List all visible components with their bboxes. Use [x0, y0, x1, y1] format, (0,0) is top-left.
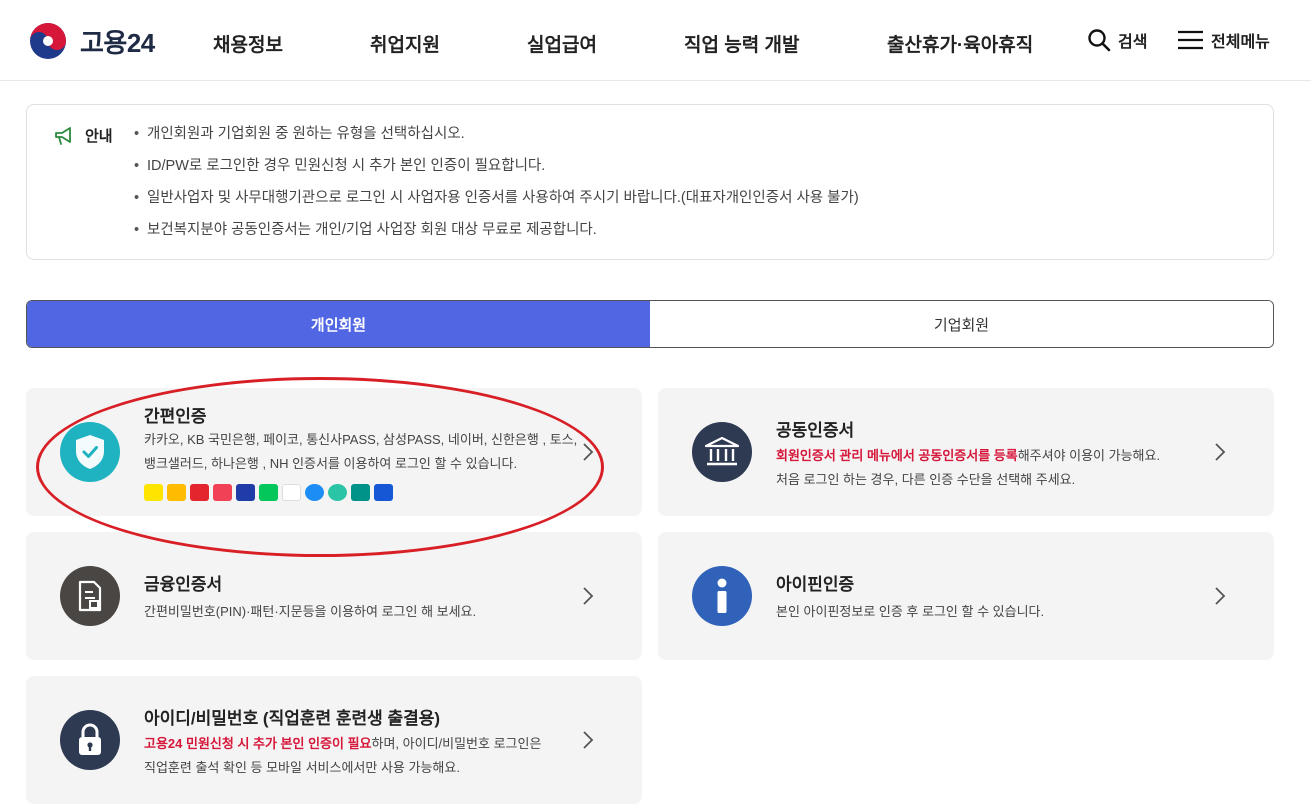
- naver-icon: [259, 484, 278, 501]
- provider-logos: [144, 484, 393, 501]
- info-icon: [692, 566, 752, 626]
- kakao-icon: [144, 484, 163, 501]
- notice-title: 안내: [85, 128, 113, 145]
- document-icon: [60, 566, 120, 626]
- ipin-auth-desc: 본인 아이핀정보로 인증 후 로그인 할 수 있습니다.: [776, 604, 1045, 619]
- id-password-desc-1: 고용24 민원신청 시 추가 본인 인증이 필요하며, 아이디/비밀번호 로그인…: [144, 736, 542, 751]
- member-type-tabs: 개인회원 기업회원: [26, 300, 1274, 348]
- notice-header: 안내: [53, 125, 113, 146]
- payco-icon: [190, 484, 209, 501]
- nav-vocational-training[interactable]: 직업 능력 개발: [684, 30, 799, 57]
- notice-box: 안내 • 개인회원과 기업회원 중 원하는 유형을 선택하십시오. • ID/PW로…: [26, 104, 1274, 260]
- tab-personal-member[interactable]: 개인회원: [27, 301, 650, 347]
- hana-icon: [351, 484, 370, 501]
- simple-auth-desc-2: 뱅크샐러드, 하나은행 , NH 인증서를 이용하여 로그인 할 수 있습니다.: [144, 456, 518, 471]
- chevron-right-icon: [1215, 587, 1226, 605]
- notice-item: • ID/PW로 로그인한 경우 민원신청 시 추가 본인 인증이 필요합니다.: [134, 158, 546, 174]
- lock-icon: [60, 710, 120, 770]
- id-password-desc-2: 직업훈련 출석 확인 등 모바일 서비스에서만 사용 가능해요.: [144, 760, 460, 775]
- chevron-right-icon: [583, 731, 594, 749]
- simple-auth-card[interactable]: 간편인증 카카오, KB 국민은행, 페이코, 통신사PASS, 삼성PASS,…: [26, 388, 642, 516]
- samsung-pass-icon: [236, 484, 255, 501]
- simple-auth-desc-1: 카카오, KB 국민은행, 페이코, 통신사PASS, 삼성PASS, 네이버,…: [144, 432, 578, 447]
- notice-item: • 일반사업자 및 사무대행기관으로 로그인 시 사업자용 인증서를 사용하여 주…: [134, 190, 859, 206]
- search-button[interactable]: 검색: [1087, 28, 1147, 52]
- joint-cert-desc-1: 회원인증서 관리 메뉴에서 공동인증서를 등록해주셔야 이용이 가능해요.: [776, 448, 1161, 463]
- logo-text: 고용24: [80, 27, 155, 58]
- search-icon: [1088, 29, 1111, 52]
- toss-icon: [305, 484, 324, 501]
- nav-parental-leave[interactable]: 출산휴가·육아휴직: [887, 30, 1033, 57]
- id-password-title: 아이디/비밀번호 (직업훈련 훈련생 출결용): [144, 709, 441, 728]
- taegeuk-logo-icon: [30, 23, 66, 59]
- notice-item: • 개인회원과 기업회원 중 원하는 유형을 선택하십시오.: [134, 126, 465, 142]
- ipin-auth-title: 아이핀인증: [776, 575, 855, 594]
- banksalad-icon: [328, 484, 347, 501]
- financial-cert-title: 금융인증서: [144, 575, 223, 594]
- shinhan-icon: [282, 484, 301, 501]
- bank-building-icon: [692, 422, 752, 482]
- pass-icon: [213, 484, 232, 501]
- kb-icon: [167, 484, 186, 501]
- ipin-auth-card[interactable]: 아이핀인증 본인 아이핀정보로 인증 후 로그인 할 수 있습니다.: [658, 532, 1274, 660]
- tab-business-member[interactable]: 기업회원: [650, 301, 1273, 347]
- id-password-card[interactable]: 아이디/비밀번호 (직업훈련 훈련생 출결용) 고용24 민원신청 시 추가 본…: [26, 676, 642, 804]
- joint-cert-title: 공동인증서: [776, 421, 855, 440]
- hamburger-icon: [1178, 30, 1203, 50]
- notice-item: • 보건복지분야 공동인증서는 개인/기업 사업장 회원 대상 무료로 제공합니다…: [134, 222, 597, 238]
- notice-list: • 개인회원과 기업회원 중 원하는 유형을 선택하십시오. • ID/PW로 로그…: [134, 124, 859, 252]
- joint-cert-card[interactable]: 공동인증서 회원인증서 관리 메뉴에서 공동인증서를 등록해주셔야 이용이 가능…: [658, 388, 1274, 516]
- chevron-right-icon: [583, 443, 594, 461]
- all-menu-label: 전체메뉴: [1211, 34, 1270, 51]
- shield-check-icon: [60, 422, 120, 482]
- nav-jobs[interactable]: 채용정보: [213, 30, 283, 57]
- financial-cert-card[interactable]: 금융인증서 간편비밀번호(PIN)·패턴·지문등을 이용하여 로그인 해 보세요…: [26, 532, 642, 660]
- nav-employment-support[interactable]: 취업지원: [370, 30, 440, 57]
- simple-auth-title: 간편인증: [144, 407, 207, 426]
- search-label: 검색: [1118, 34, 1148, 51]
- megaphone-icon: [55, 126, 71, 145]
- nh-icon: [374, 484, 393, 501]
- chevron-right-icon: [583, 587, 594, 605]
- financial-cert-desc: 간편비밀번호(PIN)·패턴·지문등을 이용하여 로그인 해 보세요.: [144, 604, 477, 619]
- nav-unemployment-benefit[interactable]: 실업급여: [527, 30, 597, 57]
- site-header: 고용24 채용정보 취업지원 실업급여 직업 능력 개발 출산휴가·육아휴직 검…: [0, 0, 1311, 81]
- chevron-right-icon: [1215, 443, 1226, 461]
- all-menu-button[interactable]: 전체메뉴: [1177, 28, 1270, 52]
- site-logo[interactable]: 고용24: [26, 21, 155, 61]
- joint-cert-desc-2: 처음 로그인 하는 경우, 다른 인증 수단을 선택해 주세요.: [776, 472, 1076, 487]
